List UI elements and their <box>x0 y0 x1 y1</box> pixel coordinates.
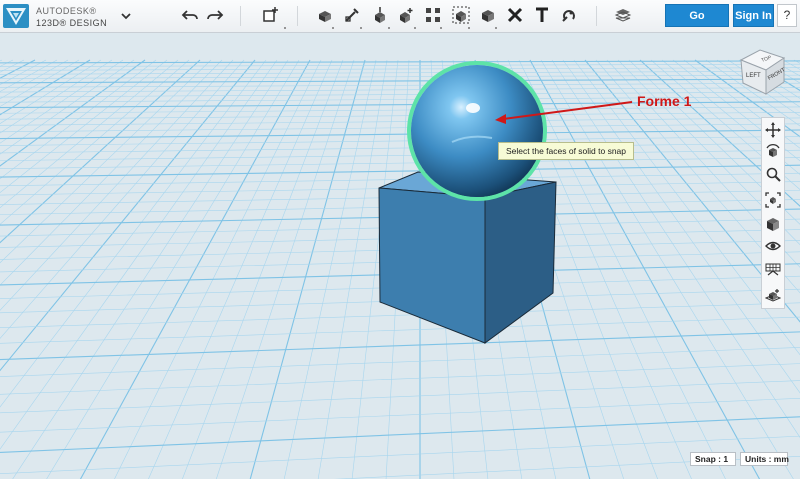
app-brand: AUTODESK® 123D® DESIGN <box>36 6 107 28</box>
units-status[interactable]: Units : mm <box>740 452 789 466</box>
measure-icon[interactable] <box>479 6 497 24</box>
material-view-icon[interactable] <box>765 261 781 277</box>
snap-icon[interactable] <box>560 6 578 24</box>
forme-1-label: Forme 1 <box>637 93 692 109</box>
pan-icon[interactable] <box>765 122 781 138</box>
orbit-icon[interactable] <box>765 143 781 159</box>
toolbar-separator <box>297 6 298 26</box>
grouping-icon[interactable] <box>424 6 442 24</box>
construct-icon[interactable] <box>343 6 361 24</box>
visibility-icon[interactable] <box>765 238 781 254</box>
forme-1-sphere[interactable] <box>407 61 547 201</box>
toolbar-separator <box>596 6 597 26</box>
navigation-bar <box>761 117 785 309</box>
modify-icon[interactable] <box>371 6 389 24</box>
chevron-down-icon[interactable] <box>119 9 133 23</box>
redo-icon[interactable] <box>206 6 224 24</box>
brand-product: 123D® DESIGN <box>36 18 108 28</box>
go-premium-button[interactable]: Go Premium <box>665 4 729 45</box>
app-logo-icon[interactable] <box>3 4 29 28</box>
view-cube[interactable]: TOP LEFT FRONT <box>736 44 790 98</box>
fit-icon[interactable] <box>765 192 781 208</box>
materials-icon[interactable] <box>614 6 632 24</box>
viewcube-left-label[interactable]: LEFT <box>746 73 761 79</box>
top-toolbar: AUTODESK® 123D® DESIGN Go Sign In ? <box>0 0 800 45</box>
views-icon[interactable] <box>765 216 781 232</box>
brand-company: AUTODESK® <box>36 6 97 16</box>
3d-viewport[interactable]: Select the faces of solid to snap Forme … <box>0 33 800 479</box>
help-button[interactable]: ? <box>777 4 797 27</box>
snap-tooltip: Select the faces of solid to snap <box>498 142 635 160</box>
undo-icon[interactable] <box>181 6 199 24</box>
snap-status[interactable]: Snap : 1 <box>690 452 736 466</box>
sketch-icon[interactable] <box>316 6 334 24</box>
text-icon[interactable] <box>533 6 551 24</box>
delete-icon[interactable] <box>506 6 524 24</box>
combine-icon[interactable] <box>452 6 470 24</box>
pattern-icon[interactable] <box>397 6 415 24</box>
zoom-icon[interactable] <box>765 166 781 182</box>
sign-in-button[interactable]: Sign In <box>733 4 774 27</box>
toolbar-separator <box>240 6 241 26</box>
snap-grid-icon[interactable] <box>765 288 781 304</box>
primitives-icon[interactable] <box>262 6 280 24</box>
